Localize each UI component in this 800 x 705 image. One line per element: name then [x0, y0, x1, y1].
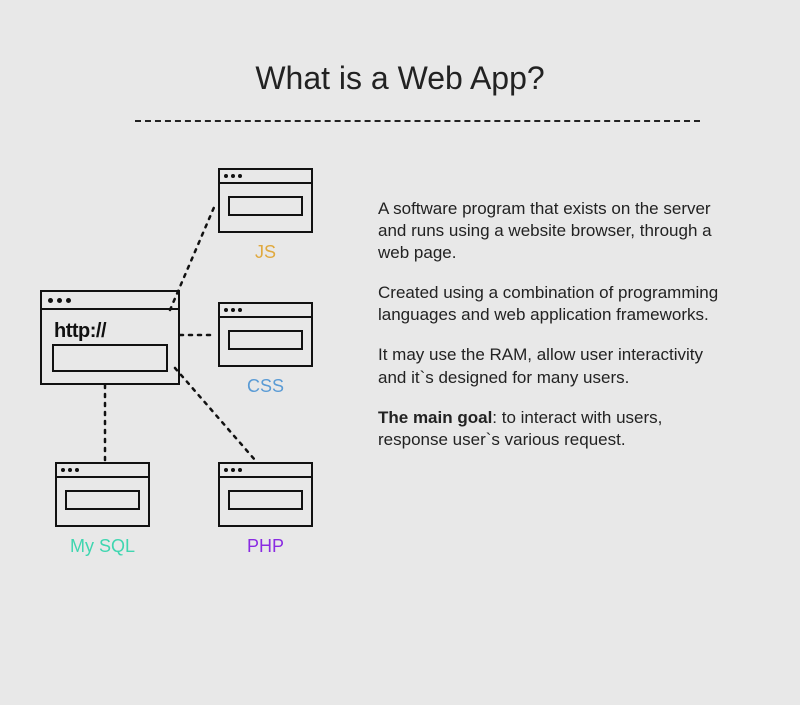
node-css-window: [218, 302, 313, 367]
window-titlebar: [220, 304, 311, 318]
window-titlebar: [220, 170, 311, 184]
main-node-label: http://: [54, 320, 106, 343]
paragraph-2: Created using a combination of programmi…: [378, 282, 728, 326]
node-mysql-window: [55, 462, 150, 527]
diagram-title: What is a Web App?: [0, 60, 800, 97]
node-js-window: [218, 168, 313, 233]
paragraph-1: A software program that exists on the se…: [378, 198, 728, 264]
window-inner-bar: [228, 490, 303, 510]
window-titlebar: [42, 292, 178, 310]
node-css-label: CSS: [218, 376, 313, 397]
node-js-label: JS: [218, 242, 313, 263]
node-php-window: [218, 462, 313, 527]
window-titlebar: [57, 464, 148, 478]
paragraph-4: The main goal: to interact with users, r…: [378, 407, 728, 451]
paragraph-3: It may use the RAM, allow user interacti…: [378, 344, 728, 388]
node-php-label: PHP: [218, 536, 313, 557]
window-titlebar: [220, 464, 311, 478]
main-node-window: http://: [40, 290, 180, 385]
window-inner-bar: [228, 196, 303, 216]
description-text: A software program that exists on the se…: [378, 198, 728, 469]
paragraph-4-bold: The main goal: [378, 408, 492, 427]
divider: [135, 120, 700, 122]
window-inner-bar: [228, 330, 303, 350]
window-inner-bar: [65, 490, 140, 510]
node-mysql-label: My SQL: [40, 536, 165, 557]
window-inner-bar: [52, 344, 168, 372]
